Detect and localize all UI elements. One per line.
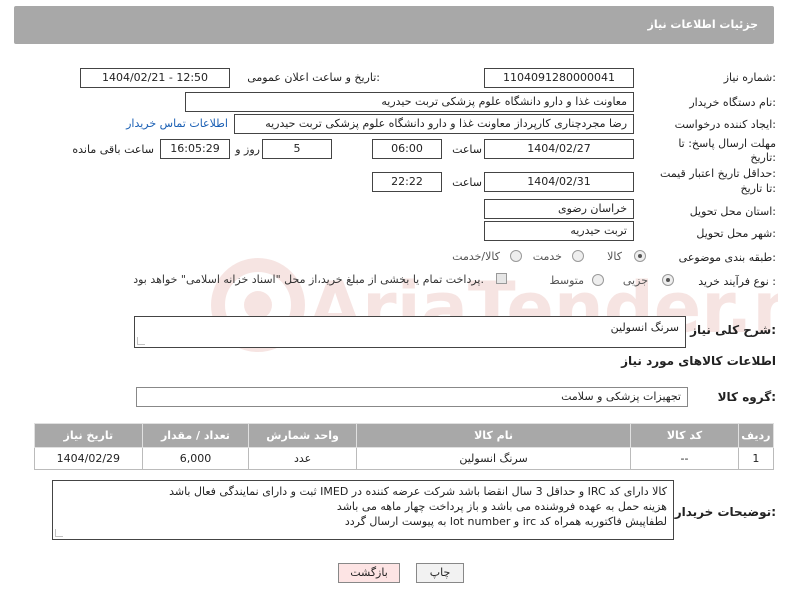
price-validity-time: 22:22 <box>372 172 442 192</box>
treasury-docs-note: پرداخت تمام یا بخشی از مبلغ خرید،از محل … <box>133 273 484 286</box>
buyer-org-field: معاونت غذا و دارو دانشگاه علوم پزشکی ترب… <box>185 92 634 112</box>
cell-name: سرنگ انسولین <box>355 447 632 470</box>
announce-datetime-field: 1404/02/21 - 12:50 <box>80 68 230 88</box>
reply-deadline-time: 06:00 <box>372 139 442 159</box>
price-validity-label: حداقل تاریخ اعتبار قیمت: <box>660 167 776 180</box>
reply-deadline-days: 5 <box>262 139 332 159</box>
category-radio-service[interactable] <box>572 250 584 262</box>
cell-code: -- <box>630 447 739 470</box>
announce-datetime-label: تاریخ و ساعت اعلان عمومی: <box>247 71 380 84</box>
process-option-minor: جزیی <box>622 274 648 287</box>
col-name-header: نام کالا <box>355 423 632 448</box>
buyer-contact-link[interactable]: اطلاعات تماس خریدار <box>126 117 228 130</box>
requester-field: رضا مجردچناری کارپرداز معاونت غذا و دارو… <box>234 114 634 134</box>
buyer-notes-line-2: هزینه حمل به عهده فروشنده می باشد و باز … <box>336 500 667 513</box>
goods-info-title: اطلاعات کالاهای مورد نیاز <box>621 354 776 368</box>
buyer-org-label: نام دستگاه خریدار: <box>689 96 776 109</box>
reply-deadline-label-2: تاریخ: <box>750 151 776 164</box>
delivery-province-field: خراسان رضوی <box>484 199 634 219</box>
page-title: جزئیات اطلاعات نیاز <box>647 18 759 31</box>
resize-handle-icon[interactable] <box>55 529 63 537</box>
category-label: طبقه بندی موضوعی: <box>678 251 776 264</box>
summary-label: شرح کلی نیاز: <box>690 323 776 337</box>
cell-date: 1404/02/29 <box>34 447 143 470</box>
category-option-goods: کالا <box>607 250 622 263</box>
process-option-medium: متوسط <box>549 274 584 287</box>
goods-group-field: تجهیزات پزشکی و سلامت <box>136 387 688 407</box>
summary-text: سرنگ انسولین <box>610 321 679 334</box>
remaining-time: 16:05:29 <box>160 139 230 159</box>
delivery-city-label: شهر محل تحویل: <box>696 227 776 240</box>
category-radio-goods-service[interactable] <box>510 250 522 262</box>
reply-deadline-date: 1404/02/27 <box>484 139 634 159</box>
col-unit-header: واحد شمارش <box>248 423 357 448</box>
category-option-service: خدمت <box>532 250 562 263</box>
col-code-header: کد کالا <box>630 423 739 448</box>
buyer-notes-field: کالا دارای کد IRC و حداقل 3 سال انقضا با… <box>52 480 674 540</box>
col-date-header: تاریخ نیاز <box>34 423 143 448</box>
process-radio-medium[interactable] <box>592 274 604 286</box>
cell-qty: 6,000 <box>141 447 250 470</box>
col-qty-header: تعداد / مقدار <box>141 423 250 448</box>
goods-group-label: گروه کالا: <box>717 390 776 404</box>
category-option-goods-service: کالا/خدمت <box>452 250 500 263</box>
goods-table-header: ردیف کد کالا نام کالا واحد شمارش تعداد /… <box>34 423 775 448</box>
goods-table: ردیف کد کالا نام کالا واحد شمارش تعداد /… <box>34 423 775 470</box>
price-validity-time-label: ساعت <box>452 176 482 189</box>
cell-row: 1 <box>737 447 775 470</box>
delivery-province-label: استان محل تحویل: <box>689 205 776 218</box>
col-row-header: ردیف <box>737 423 775 448</box>
purchase-process-label: نوع فرآیند خرید : <box>698 275 776 288</box>
buyer-notes-line-1: کالا دارای کد IRC و حداقل 3 سال انقضا با… <box>169 485 667 498</box>
cell-unit: عدد <box>248 447 357 470</box>
resize-handle-icon[interactable] <box>137 337 145 345</box>
need-number-label: شماره نیاز: <box>723 71 776 84</box>
remaining-time-label: ساعت باقی مانده <box>72 143 154 156</box>
process-radio-minor[interactable] <box>662 274 674 286</box>
requester-label: ایجاد کننده درخواست: <box>674 118 776 131</box>
delivery-city-field: تربت حیدریه <box>484 221 634 241</box>
back-button[interactable]: بازگشت <box>338 563 400 583</box>
treasury-docs-checkbox[interactable] <box>496 273 507 284</box>
category-radio-goods[interactable] <box>634 250 646 262</box>
buyer-notes-label: توضیحات خریدار: <box>674 505 776 519</box>
reply-deadline-label: مهلت ارسال پاسخ: تا <box>678 137 776 150</box>
reply-deadline-time-label: ساعت <box>452 143 482 156</box>
days-label: روز و <box>235 143 260 156</box>
price-validity-date: 1404/02/31 <box>484 172 634 192</box>
summary-field: سرنگ انسولین <box>134 316 686 348</box>
table-row: 1 -- سرنگ انسولین عدد 6,000 1404/02/29 <box>34 447 775 470</box>
price-validity-label-2: تا تاریخ: <box>740 182 776 195</box>
buyer-notes-line-3: لطفاپیش فاکتوربه همراه کد irc و lot numb… <box>344 515 667 528</box>
page-header: جزئیات اطلاعات نیاز <box>14 6 774 44</box>
print-button[interactable]: چاپ <box>416 563 464 583</box>
need-number-field: 1104091280000041 <box>484 68 634 88</box>
